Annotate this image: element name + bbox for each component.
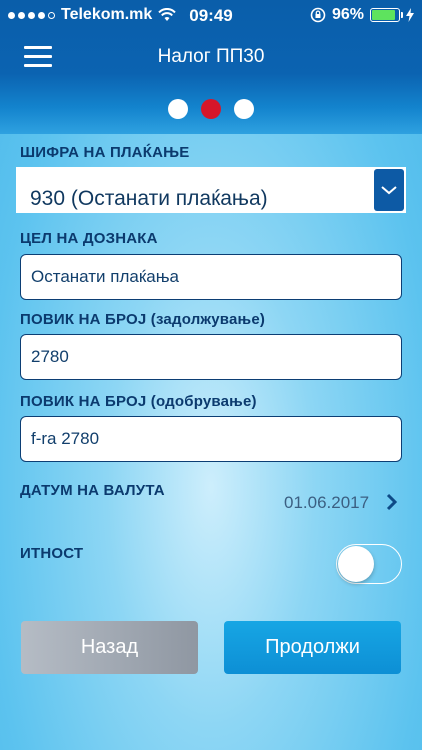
page-title: Налог ПП30 [157, 46, 265, 67]
continue-button[interactable]: Продолжи [224, 621, 401, 674]
battery-icon [370, 8, 403, 22]
header: Telekom.mk 09:49 96% Налог ПП30 [0, 0, 422, 134]
purpose-label: ЦЕЛ НА ДОЗНАКА [20, 230, 158, 247]
page-dot-3[interactable] [234, 99, 254, 119]
dropdown-button[interactable] [374, 169, 404, 211]
purpose-value: Останати плаќања [31, 267, 179, 286]
rotation-lock-icon [310, 7, 326, 23]
ref-credit-input[interactable]: f-ra 2780 [20, 416, 402, 462]
charging-bolt-icon [406, 8, 414, 22]
ref-credit-value: f-ra 2780 [31, 429, 100, 448]
battery-percent: 96% [331, 6, 364, 23]
toggle-knob [338, 546, 374, 582]
payment-code-select[interactable]: 930 (Останати плаќања) [16, 167, 406, 213]
ref-credit-label: ПОВИК НА БРОЈ (одобрување) [20, 393, 257, 410]
ref-debit-value: 2780 [31, 347, 69, 366]
value-date-label: ДАТУМ НА ВАЛУТА [20, 482, 165, 499]
urgency-toggle[interactable] [336, 544, 402, 584]
chevron-down-icon [381, 186, 397, 195]
nav-bar: Налог ПП30 [0, 30, 422, 86]
value-date-value[interactable]: 01.06.2017 [284, 493, 369, 513]
chevron-right-icon[interactable] [386, 493, 398, 511]
page-dot-1[interactable] [168, 99, 188, 119]
back-button[interactable]: Назад [21, 621, 198, 674]
ref-debit-input[interactable]: 2780 [20, 334, 402, 380]
status-bar: Telekom.mk 09:49 96% [0, 0, 422, 30]
page-indicator [0, 99, 422, 121]
payment-code-label: ШИФРА НА ПЛАЌАЊЕ [20, 144, 190, 161]
ref-debit-label: ПОВИК НА БРОЈ (задолжување) [20, 311, 266, 328]
urgency-label: ИТНОСТ [20, 545, 84, 562]
page-dot-2[interactable] [201, 99, 221, 119]
purpose-input[interactable]: Останати плаќања [20, 254, 402, 300]
status-right: 96% [310, 6, 414, 24]
payment-code-value: 930 (Останати плаќања) [30, 187, 268, 210]
